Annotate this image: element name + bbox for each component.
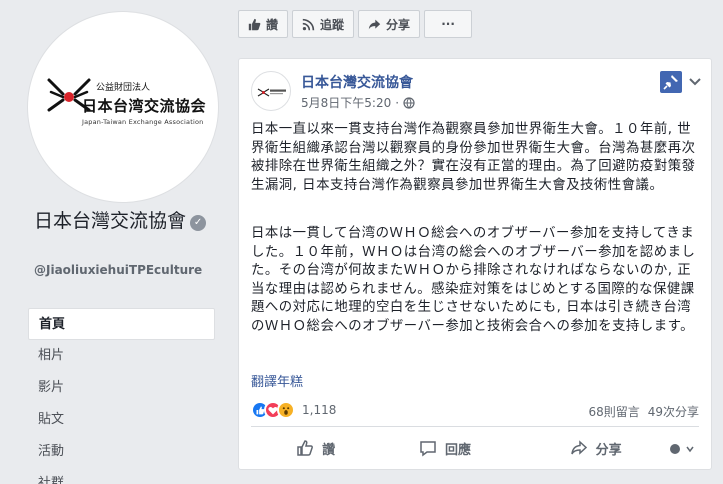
reactions-summary[interactable]: 1,118 [251, 399, 336, 421]
page-profile-picture[interactable]: 公益財団法人 日本台湾交流協会 Japan-Taiwan Exchange As… [28, 12, 218, 202]
like-page-button[interactable]: 讚 [238, 10, 289, 38]
like-button[interactable]: 讚 [251, 432, 380, 464]
comment-label: 回應 [444, 442, 471, 458]
follow-button[interactable]: 追蹤 [292, 10, 355, 38]
nav-item-home[interactable]: 首頁 [28, 308, 215, 340]
rss-icon [302, 18, 315, 30]
nav-item-posts[interactable]: 貼文 [28, 404, 215, 436]
verified-check-icon: ✓ [190, 215, 207, 231]
globe-icon [403, 96, 415, 109]
dot-separator: · [395, 95, 400, 110]
post-card: 日本台灣交流協會 5月8日下午5:20 · 日本一直以來一貫支持台灣作為觀察員參… [238, 58, 712, 470]
see-translation-link[interactable]: 翻譯年糕 [251, 371, 303, 390]
share-arrow-icon [570, 440, 587, 455]
post-timestamp[interactable]: 5月8日下午5:20 [301, 94, 391, 111]
follow-label: 追蹤 [320, 17, 345, 32]
nav-item-photos[interactable]: 相片 [28, 340, 215, 372]
comment-button[interactable]: 回應 [380, 432, 509, 464]
post-text-chinese: 日本一直以來一貫支持台灣作為觀察員參加世界衛生大會。１０年前, 世界衛生組織承認… [251, 122, 696, 193]
like-label: 讚 [322, 442, 336, 458]
nav-item-videos[interactable]: 影片 [28, 372, 215, 404]
share-label: 分享 [595, 442, 622, 458]
chevron-down-icon[interactable] [687, 73, 703, 89]
post-text-japanese: 日本は一貫して台湾のＷＨＯ総会へのオブザーバー参加を支持してきました。１０年前，… [251, 226, 696, 334]
logo-small-text: 公益財団法人 [96, 83, 151, 93]
page-handle[interactable]: @JiaoliuxiehuiTPEculture [34, 263, 216, 278]
logo-title: 日本台湾交流協会 [82, 97, 207, 115]
divider [251, 426, 699, 427]
post-stats: 68則留言 49次分享 [588, 403, 699, 420]
comments-count-link[interactable]: 68則留言 [588, 403, 639, 420]
shares-count-link[interactable]: 49次分享 [648, 403, 699, 420]
post-meta: 5月8日下午5:20 · [301, 94, 415, 111]
share-button[interactable]: 分享 [510, 432, 699, 464]
share-page-label: 分享 [386, 17, 411, 32]
post-author-avatar[interactable] [251, 71, 291, 111]
left-sidebar: 公益財団法人 日本台湾交流協会 Japan-Taiwan Exchange As… [0, 0, 225, 484]
thumbs-up-icon [297, 440, 314, 456]
pin-icon [663, 75, 678, 90]
exchange-association-logo-icon [257, 88, 286, 97]
logo-english-text: Japan-Taiwan Exchange Association [82, 118, 204, 126]
page-nav: 首頁 相片 影片 貼文 活動 社群 [28, 308, 215, 484]
page-name-text: 日本台灣交流協會 [34, 210, 187, 232]
comment-icon [420, 441, 436, 457]
like-page-label: 讚 [266, 17, 279, 32]
wow-reaction-icon [277, 401, 295, 419]
post-action-bar: 讚 回應 分享 [251, 429, 699, 467]
reaction-count: 1,118 [302, 403, 337, 417]
more-dots-icon: ··· [441, 17, 455, 31]
audience-selector-icon[interactable] [669, 442, 697, 456]
nav-item-events[interactable]: 活動 [28, 436, 215, 468]
more-options-button[interactable]: ··· [424, 10, 473, 38]
nav-item-community[interactable]: 社群 [28, 468, 215, 484]
page-actions-bar: 讚 追蹤 分享 ··· [238, 10, 473, 38]
logo: 公益財団法人 日本台湾交流協会 Japan-Taiwan Exchange As… [38, 22, 208, 192]
thumbs-up-icon [248, 18, 261, 30]
pinned-post-button[interactable] [660, 71, 682, 93]
page-name[interactable]: 日本台灣交流協會 ✓ [34, 207, 214, 235]
share-arrow-icon [368, 19, 381, 29]
share-page-button[interactable]: 分享 [358, 10, 421, 38]
post-author-name[interactable]: 日本台灣交流協會 [301, 72, 413, 92]
